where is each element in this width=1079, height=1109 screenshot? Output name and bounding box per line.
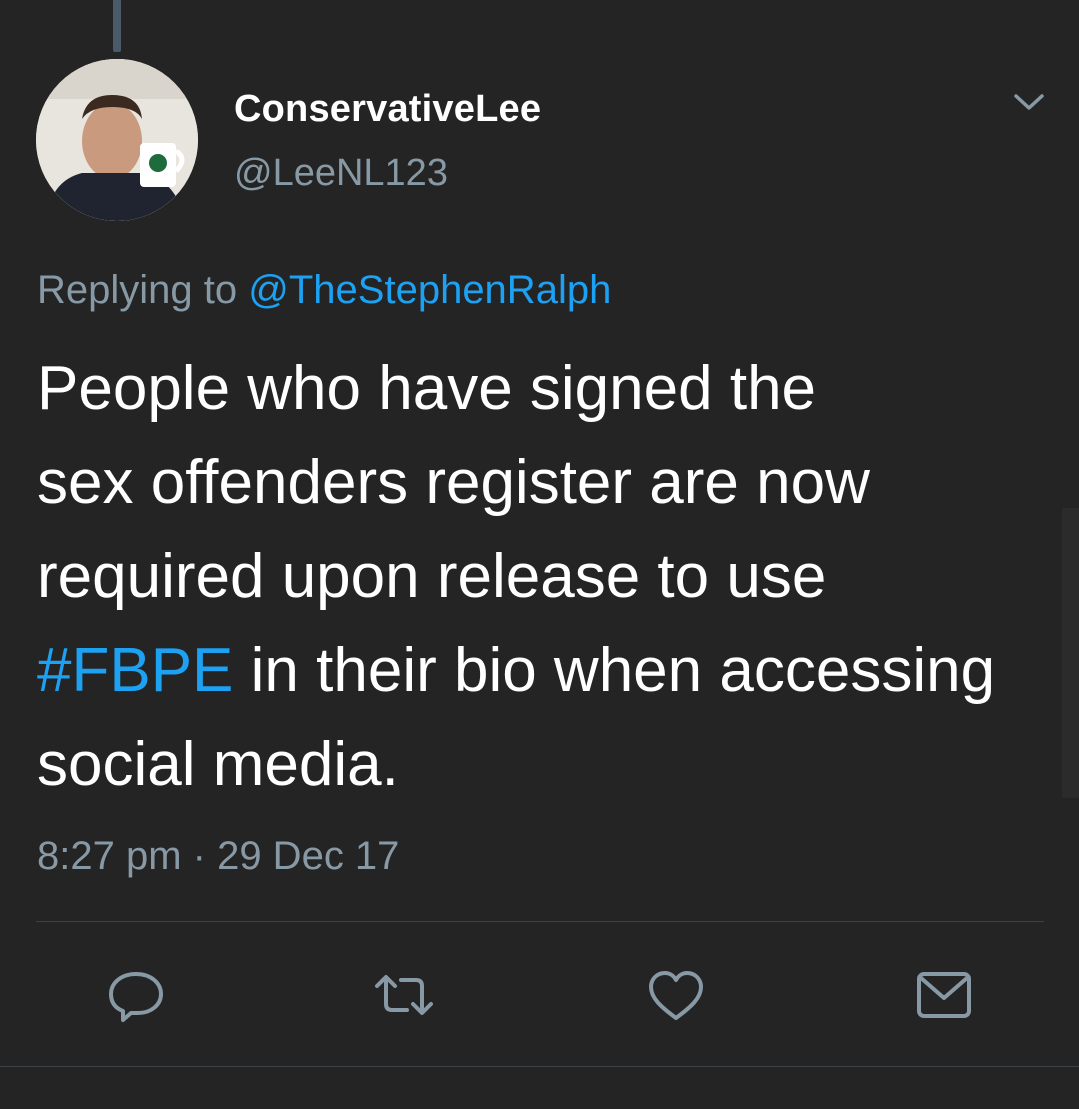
direct-message-button[interactable] [909,960,979,1030]
user-handle[interactable]: @LeeNL123 [234,152,448,195]
tweet-text-line: #FBPE in their bio when accessing [37,624,1047,718]
reply-button[interactable] [101,960,171,1030]
thread-connector-line [113,0,121,52]
avatar-photo [36,59,198,221]
tweet-text-segment: in their bio when accessing [233,636,996,705]
tweet-text-line: social media. [37,730,399,799]
tweet-text-line: sex offenders register are now [37,448,870,517]
divider [0,1066,1079,1067]
tweet-text-line: People who have signed the [37,354,817,423]
replying-to-mention[interactable]: @TheStephenRalph [248,268,611,312]
avatar[interactable] [36,59,198,221]
replying-to-line: Replying to @TheStephenRalph [37,268,611,313]
hashtag-link[interactable]: #FBPE [37,636,233,705]
like-button[interactable] [641,960,711,1030]
replying-to-label: Replying to [37,268,238,312]
divider [36,921,1044,922]
chevron-down-icon [1014,94,1044,110]
scrollbar-thumb[interactable] [1062,508,1079,798]
tweet-text-line: required upon release to use [37,542,827,611]
reply-icon [109,972,163,1022]
retweet-icon [375,975,433,1015]
direct-message-icon [917,972,971,1018]
tweet-menu-button[interactable] [1008,84,1050,120]
tweet-timestamp[interactable]: 8:27 pm · 29 Dec 17 [37,834,399,879]
display-name[interactable]: ConservativeLee [234,88,541,131]
like-icon [649,971,703,1020]
retweet-button[interactable] [369,960,439,1030]
tweet-text: People who have signed the sex offenders… [37,342,1047,812]
